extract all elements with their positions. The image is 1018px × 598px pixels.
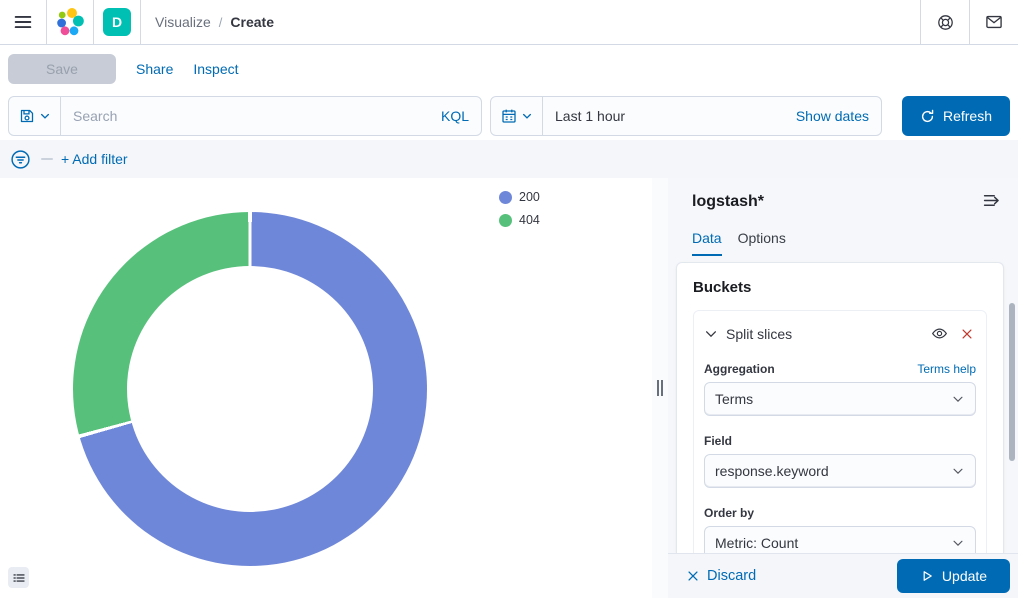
quick-select-time-button[interactable]	[491, 97, 543, 135]
index-pattern-title: logstash*	[692, 193, 764, 211]
panel-header: logstash* Data Options	[668, 178, 1018, 256]
order-by-select[interactable]: Metric: Count	[704, 526, 976, 553]
top-navigation: D Visualize / Create	[0, 0, 1018, 45]
chevron-down-icon	[951, 536, 965, 550]
close-icon	[960, 327, 974, 341]
split-slices-label: Split slices	[726, 326, 921, 342]
visualize-menu-bar: Save Share Inspect	[0, 45, 1018, 92]
close-icon	[686, 569, 700, 583]
elastic-logo-icon	[55, 7, 85, 37]
discard-button[interactable]: Discard	[686, 568, 756, 584]
aggregation-select[interactable]: Terms	[704, 382, 976, 416]
filter-bar: + Add filter	[0, 140, 1018, 178]
inspect-button[interactable]: Inspect	[193, 61, 238, 77]
menu-button[interactable]	[0, 0, 46, 44]
field-select[interactable]: response.keyword	[704, 454, 976, 488]
discard-label: Discard	[707, 568, 756, 584]
filter-options-button[interactable]	[8, 147, 33, 172]
list-icon	[12, 571, 26, 585]
query-language-button[interactable]: KQL	[441, 108, 481, 124]
panel-scrollbar[interactable]	[1009, 303, 1015, 461]
filter-pin-divider	[41, 158, 53, 160]
tab-options[interactable]: Options	[738, 230, 786, 256]
buckets-card: Buckets Split slices	[676, 262, 1004, 553]
legend-label: 200	[519, 190, 540, 204]
elastic-logo-button[interactable]	[47, 0, 93, 44]
donut-hole	[127, 266, 373, 512]
show-dates-button[interactable]: Show dates	[796, 108, 881, 124]
vis-editor-panel: logstash* Data Options Buckets Split sli…	[668, 178, 1018, 598]
order-by-label: Order by	[704, 506, 754, 520]
main-content: 200 404 logstash*	[0, 178, 1018, 598]
chevron-down-icon	[521, 110, 533, 122]
save-query-icon	[19, 108, 35, 124]
play-icon	[920, 569, 934, 583]
calendar-icon	[501, 108, 517, 124]
query-bar: KQL Last 1 hour Show dates Refresh	[0, 92, 1018, 140]
terms-help-link[interactable]: Terms help	[917, 362, 976, 376]
help-lifebuoy-icon	[937, 14, 954, 31]
legend-item-200[interactable]: 200	[499, 190, 540, 204]
buckets-heading: Buckets	[693, 279, 987, 296]
refresh-button[interactable]: Refresh	[902, 96, 1010, 136]
help-button[interactable]	[921, 0, 969, 44]
filter-icon	[10, 149, 31, 170]
field-value: response.keyword	[715, 463, 951, 479]
panel-resizer[interactable]	[652, 178, 668, 598]
chevron-down-icon	[704, 327, 718, 341]
menu-right-icon	[983, 192, 1000, 209]
aggregation-label: Aggregation	[704, 362, 775, 376]
update-button[interactable]: Update	[897, 559, 1010, 593]
update-label: Update	[942, 568, 987, 584]
search-input[interactable]	[61, 108, 441, 124]
panel-tabs: Data Options	[692, 230, 1002, 256]
breadcrumb-visualize[interactable]: Visualize	[155, 14, 211, 30]
breadcrumb: Visualize / Create	[141, 0, 920, 44]
search-bar: KQL	[8, 96, 482, 136]
refresh-icon	[920, 109, 935, 124]
legend-toggle-button[interactable]	[8, 567, 29, 588]
tab-data[interactable]: Data	[692, 230, 722, 256]
legend-label: 404	[519, 213, 540, 227]
breadcrumb-create: Create	[230, 14, 274, 30]
legend-item-404[interactable]: 404	[499, 213, 540, 227]
visualization-area: 200 404	[0, 178, 652, 598]
legend-dot	[499, 191, 512, 204]
mail-icon	[985, 13, 1003, 31]
eye-icon	[931, 325, 948, 342]
refresh-label: Refresh	[943, 108, 992, 124]
toggle-visibility-button[interactable]	[929, 323, 950, 344]
saved-query-menu-button[interactable]	[9, 97, 61, 135]
resize-handle-icon	[657, 380, 663, 396]
chevron-down-icon	[951, 464, 965, 478]
hamburger-icon	[14, 13, 32, 31]
chevron-down-icon	[951, 392, 965, 406]
order-by-value: Metric: Count	[715, 535, 951, 551]
time-range-value[interactable]: Last 1 hour	[543, 108, 625, 124]
split-slices-row[interactable]: Split slices	[704, 323, 976, 344]
share-button[interactable]: Share	[136, 61, 173, 77]
collapse-panel-button[interactable]	[981, 190, 1002, 214]
donut-chart[interactable]	[73, 212, 427, 566]
breadcrumb-separator: /	[219, 15, 223, 30]
newsfeed-button[interactable]	[970, 0, 1018, 44]
remove-bucket-button[interactable]	[958, 325, 976, 343]
aggregation-value: Terms	[715, 391, 951, 407]
space-badge: D	[103, 8, 131, 36]
panel-bottom-bar: Discard Update	[668, 553, 1018, 598]
save-button[interactable]: Save	[8, 54, 116, 84]
chevron-down-icon	[39, 110, 51, 122]
split-slices-section: Split slices Aggregation Terms help	[693, 310, 987, 553]
add-filter-button[interactable]: + Add filter	[61, 151, 128, 167]
space-switcher[interactable]: D	[94, 0, 140, 44]
legend-dot	[499, 214, 512, 227]
chart-legend: 200 404	[499, 190, 540, 227]
field-label: Field	[704, 434, 732, 448]
date-picker: Last 1 hour Show dates	[490, 96, 882, 136]
